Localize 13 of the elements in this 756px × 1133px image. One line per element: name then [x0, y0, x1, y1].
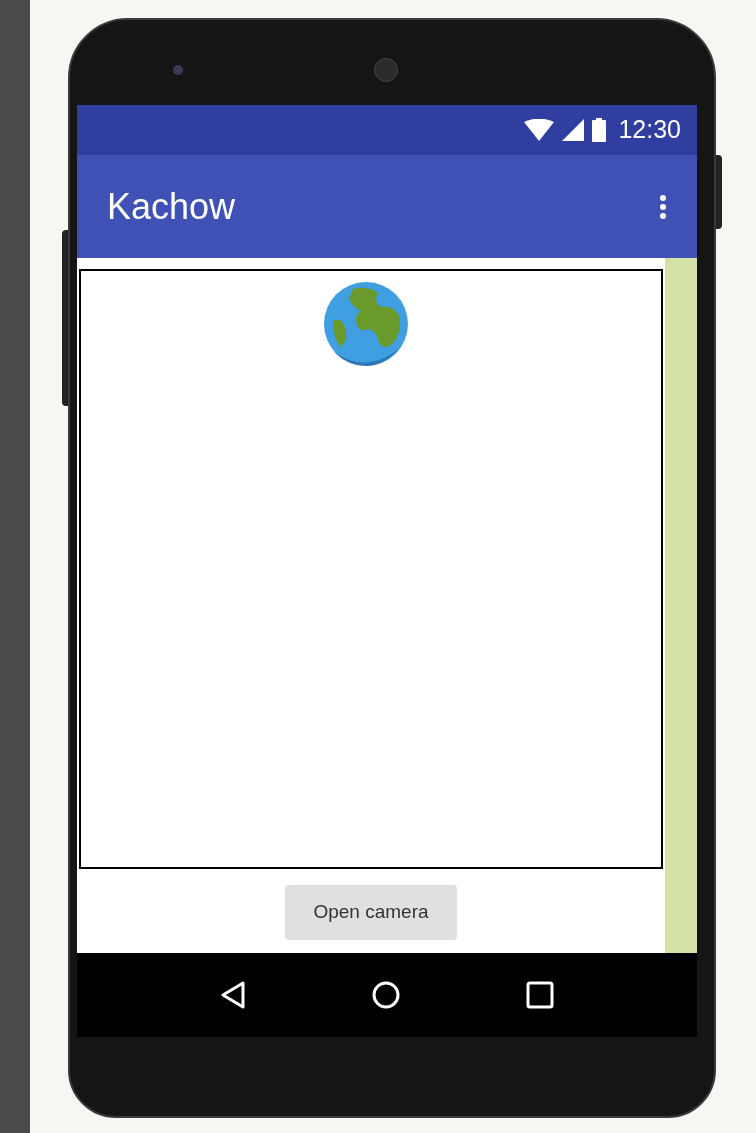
back-icon[interactable] — [219, 981, 246, 1009]
status-time: 12:30 — [618, 114, 681, 146]
speaker-icon — [374, 58, 398, 82]
camera-icon — [173, 65, 183, 75]
open-camera-button[interactable]: Open camera — [285, 885, 457, 940]
signal-icon — [562, 119, 585, 141]
globe-icon — [323, 281, 409, 367]
more-icon[interactable] — [659, 194, 667, 219]
app-title: Kachow — [107, 184, 236, 229]
recent-apps-icon[interactable] — [526, 981, 555, 1009]
home-icon[interactable] — [371, 980, 401, 1010]
wifi-icon — [524, 119, 555, 141]
battery-icon — [592, 118, 607, 142]
